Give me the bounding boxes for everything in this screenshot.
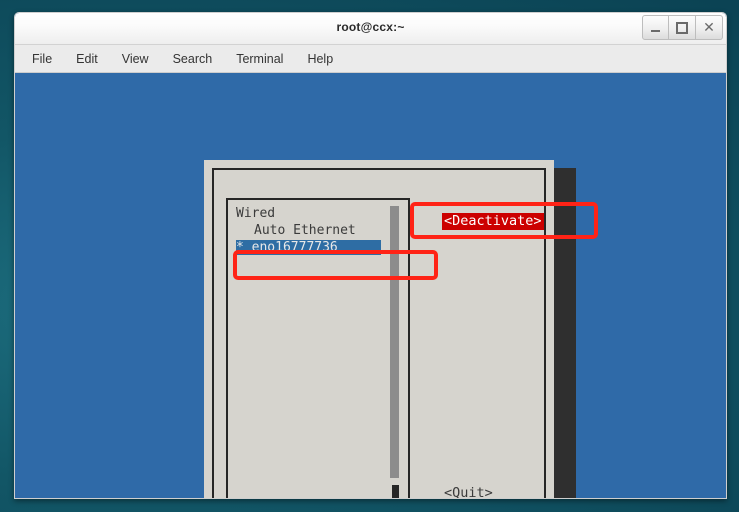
scroll-down-arrow-icon[interactable]: ↓ [394, 497, 401, 498]
list-scrollbar-track[interactable] [390, 206, 399, 478]
minimize-button[interactable] [642, 15, 669, 40]
nmtui-dialog: Wired Auto Ethernet * eno16777736 ↓ <Dea… [204, 160, 554, 498]
list-item-auto-ethernet[interactable]: Auto Ethernet [254, 223, 356, 238]
connection-list[interactable]: Wired Auto Ethernet * eno16777736 ↓ [226, 198, 410, 498]
window-title: root@ccx:~ [336, 20, 405, 34]
terminal-canvas[interactable]: Wired Auto Ethernet * eno16777736 ↓ <Dea… [15, 73, 726, 498]
menubar: File Edit View Search Terminal Help [15, 45, 726, 73]
list-item-eno16777736[interactable]: * eno16777736 [236, 240, 381, 255]
menu-item-help[interactable]: Help [304, 50, 336, 68]
deactivate-button[interactable]: <Deactivate> [442, 213, 544, 230]
list-item-wired[interactable]: Wired [236, 206, 275, 221]
menu-item-search[interactable]: Search [170, 50, 216, 68]
window-titlebar[interactable]: root@ccx:~ ✕ [15, 13, 726, 45]
maximize-button[interactable] [669, 15, 696, 40]
menu-item-edit[interactable]: Edit [73, 50, 101, 68]
close-icon: ✕ [703, 19, 715, 36]
menu-item-terminal[interactable]: Terminal [233, 50, 286, 68]
window-controls: ✕ [642, 15, 723, 40]
menu-item-view[interactable]: View [119, 50, 152, 68]
menu-item-file[interactable]: File [29, 50, 55, 68]
close-button[interactable]: ✕ [696, 15, 723, 40]
quit-button[interactable]: <Quit> [444, 485, 493, 498]
terminal-window: root@ccx:~ ✕ File Edit View Search Termi… [14, 12, 727, 499]
maximize-icon [676, 21, 688, 34]
minimize-icon [651, 29, 660, 32]
